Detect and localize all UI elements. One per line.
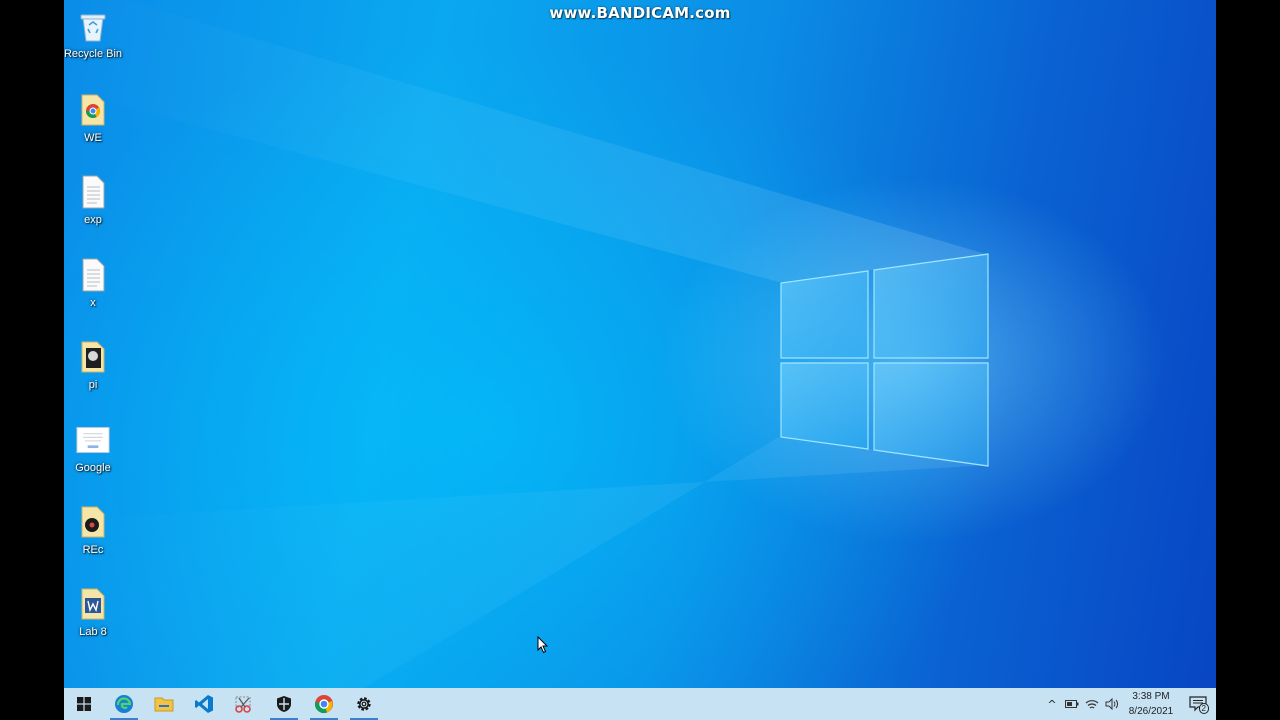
- battery-icon: [1065, 700, 1079, 708]
- system-tray: ^ 3:38 PM 8/26/2021 2: [1042, 688, 1216, 720]
- action-center-button[interactable]: 2: [1180, 688, 1216, 720]
- desktop-icon-google[interactable]: Google: [66, 420, 120, 494]
- edge-icon: [115, 695, 133, 713]
- desktop-icon-we[interactable]: WE: [66, 90, 120, 164]
- clock-time: 3:38 PM: [1132, 691, 1170, 702]
- chrome-icon: [314, 695, 333, 714]
- start-button[interactable]: [64, 688, 104, 720]
- network-status-button[interactable]: [1062, 688, 1082, 720]
- text-document-icon: [76, 172, 110, 212]
- clock-date: 8/26/2021: [1128, 706, 1174, 717]
- desktop-icon-exp[interactable]: exp: [66, 172, 120, 246]
- wifi-icon: [1085, 700, 1099, 709]
- taskbar-file-explorer[interactable]: [144, 688, 184, 720]
- desktop-icon-label: exp: [84, 214, 102, 226]
- webpage-thumbnail-icon: [76, 420, 110, 460]
- desktop-icon-label: pi: [88, 379, 98, 391]
- windows-logo-wallpaper: [64, 0, 989, 688]
- chrome-shortcut-file-icon: [76, 90, 110, 130]
- desktop-icon-label: x: [90, 297, 96, 309]
- text-document-icon: [76, 255, 110, 295]
- desktop-icon-lab-8[interactable]: Lab 8: [66, 584, 120, 658]
- desktop-icon-label: Lab 8: [79, 626, 107, 638]
- chevron-up-icon: ^: [1047, 697, 1057, 711]
- taskbar-clock[interactable]: 3:38 PM 8/26/2021: [1122, 689, 1180, 719]
- start-icon: [77, 697, 91, 711]
- taskbar-settings[interactable]: [344, 688, 384, 720]
- desktop-icon-label: Google: [75, 462, 111, 474]
- media-file-icon: [76, 502, 110, 542]
- mouse-cursor-icon: [537, 636, 549, 654]
- speaker-icon: [1105, 698, 1118, 710]
- file-explorer-icon: [154, 697, 174, 712]
- desktop-icon-pi[interactable]: pi: [66, 337, 120, 411]
- taskbar: ^ 3:38 PM 8/26/2021 2: [64, 688, 1216, 720]
- desktop-icon-recycle-bin[interactable]: Recycle Bin: [64, 6, 123, 80]
- desktop-icon-x[interactable]: x: [66, 255, 120, 329]
- taskbar-snipping-tool[interactable]: [224, 688, 264, 720]
- taskbar-edge[interactable]: [104, 688, 144, 720]
- recycle-bin-icon: [76, 6, 110, 46]
- bandicam-watermark: www.BANDICAM.com: [549, 4, 731, 22]
- taskbar-vscode[interactable]: [184, 688, 224, 720]
- video-frame: www.BANDICAM.com Recycle Bin WE exp x pi…: [0, 0, 1280, 720]
- desktop[interactable]: www.BANDICAM.com Recycle Bin WE exp x pi…: [64, 0, 1216, 720]
- desktop-icon-rec[interactable]: REc: [66, 502, 120, 576]
- image-file-icon: [76, 337, 110, 377]
- snipping-tool-icon: [235, 696, 251, 713]
- show-hidden-icons-button[interactable]: ^: [1042, 688, 1062, 720]
- desktop-icon-label: Recycle Bin: [64, 48, 123, 60]
- settings-icon: [357, 697, 371, 711]
- taskbar-chrome[interactable]: [304, 688, 344, 720]
- word-document-icon: [76, 584, 110, 624]
- windows-security-icon: [277, 696, 291, 712]
- desktop-icon-label: REc: [82, 544, 104, 556]
- vscode-icon: [195, 695, 213, 713]
- wifi-button[interactable]: [1082, 688, 1102, 720]
- desktop-icon-label: WE: [84, 132, 102, 144]
- notification-count-badge: 2: [1198, 703, 1209, 714]
- volume-button[interactable]: [1102, 688, 1122, 720]
- taskbar-windows-security[interactable]: [264, 688, 304, 720]
